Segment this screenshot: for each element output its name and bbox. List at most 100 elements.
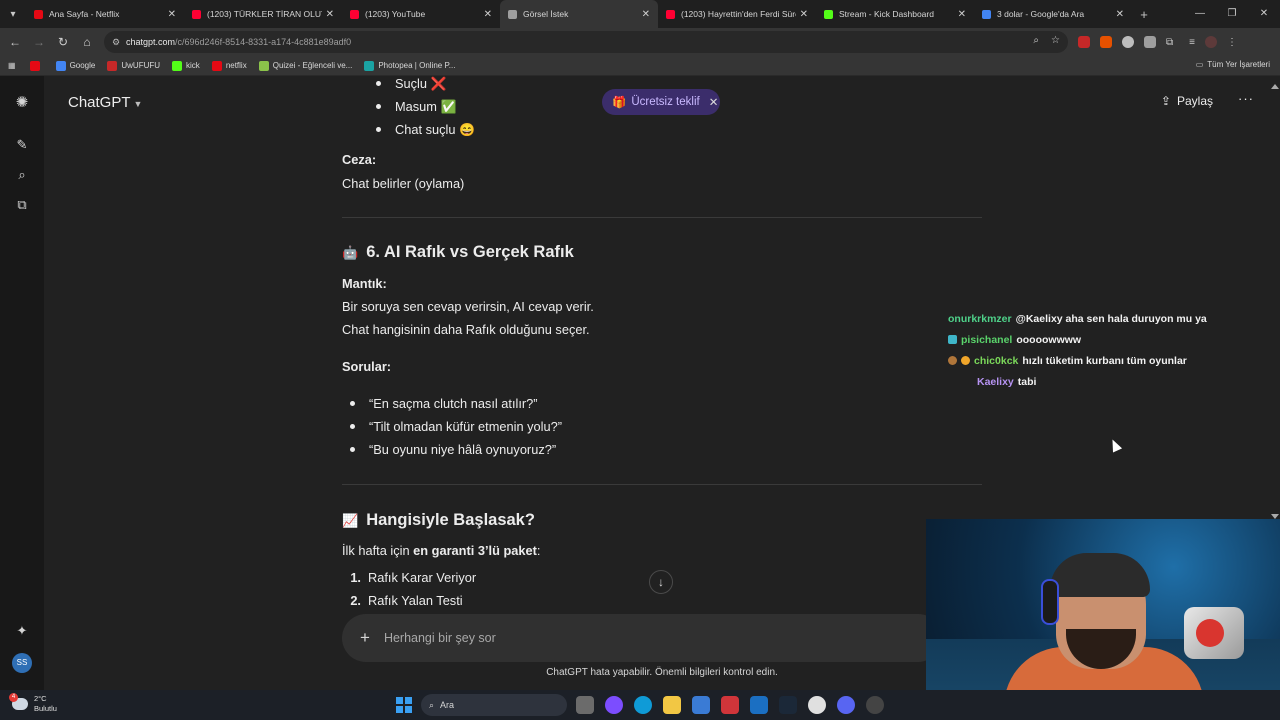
- tab-search-icon[interactable]: ▾: [0, 0, 26, 28]
- steam-icon[interactable]: [779, 696, 797, 714]
- close-tab-icon[interactable]: ✕: [642, 9, 650, 20]
- browser-tab[interactable]: Stream - Kick Dashboard ✕: [816, 0, 974, 28]
- app-icon[interactable]: [721, 696, 739, 714]
- new-tab-button[interactable]: +: [1132, 7, 1156, 22]
- close-tab-icon[interactable]: ✕: [1116, 9, 1124, 20]
- model-selector[interactable]: ChatGPT ▼: [68, 94, 142, 111]
- browser-tab[interactable]: (1203) TÜRKLER TİRAN OLUYOR ✕: [184, 0, 342, 28]
- discord-icon[interactable]: [837, 696, 855, 714]
- mouse-cursor-icon: [1107, 437, 1123, 453]
- list-item: 1. Rafık Karar Veriyor: [342, 566, 476, 589]
- all-bookmarks[interactable]: ▭ Tüm Yer İşaretleri: [1196, 60, 1270, 69]
- site-info-icon[interactable]: ⚙: [112, 37, 126, 48]
- bookmarks-bar: ▦ Google UwUFUFU kick netflix Quizei - Eğlen…: [0, 56, 1280, 76]
- weather-widget[interactable]: 4 2°C Bulutlu: [9, 693, 57, 714]
- close-window-icon[interactable]: ✕: [1248, 0, 1280, 28]
- chat-username: Kaelixy: [977, 375, 1014, 388]
- back-icon[interactable]: ←: [3, 35, 27, 49]
- browser-tab[interactable]: (1203) Hayrettin'den Ferdi Süre ✕: [658, 0, 816, 28]
- apps-grid-icon[interactable]: ▦: [8, 61, 16, 70]
- more-options-icon[interactable]: ···: [1238, 91, 1254, 106]
- prompt-input[interactable]: Herhangi bir şey sor: [384, 631, 496, 645]
- close-tab-icon[interactable]: ✕: [168, 9, 176, 20]
- browser-tab[interactable]: (1203) YouTube ✕: [342, 0, 500, 28]
- browser-tab[interactable]: Ana Sayfa - Netflix ✕: [26, 0, 184, 28]
- bookmark-item[interactable]: UwUFUFU: [107, 60, 161, 71]
- shield-icon[interactable]: [1144, 36, 1156, 48]
- list-item-text: Rafık Karar Veriyor: [368, 570, 477, 585]
- all-bookmarks-label: Tüm Yer İşaretleri: [1207, 60, 1270, 69]
- address-bar-row: ← → ↻ ⌂ ⚙ chatgpt.com/c/696d246f-8514-83…: [0, 28, 1280, 56]
- chrome-icon[interactable]: [808, 696, 826, 714]
- chevron-down-icon: ▼: [133, 99, 143, 109]
- bookmark-item[interactable]: kick: [172, 60, 200, 71]
- url-input[interactable]: ⚙ chatgpt.com/c/696d246f-8514-8331-a174-…: [104, 31, 1068, 53]
- list-item: 2. Rafık Yalan Testi: [342, 589, 462, 612]
- search-icon[interactable]: ⌕: [13, 166, 31, 184]
- browser-menu-icon[interactable]: ⋮: [1227, 37, 1237, 48]
- library-icon[interactable]: ⧉: [13, 196, 31, 214]
- share-button[interactable]: ⇪ Paylaş: [1161, 94, 1213, 108]
- bookmark-item[interactable]: netflix: [211, 60, 247, 71]
- puzzle-icon[interactable]: ⧉: [1166, 37, 1173, 48]
- store-icon[interactable]: [692, 696, 710, 714]
- bookmark-star-icon[interactable]: ☆: [1051, 35, 1060, 46]
- message-composer[interactable]: + Herhangi bir şey sor: [342, 614, 942, 662]
- home-icon[interactable]: ⌂: [75, 35, 99, 49]
- outlook-icon[interactable]: [750, 696, 768, 714]
- start-button[interactable]: [396, 697, 412, 713]
- section-heading: 🤖 6. AI Rafık vs Gerçek Rafık: [342, 241, 574, 264]
- reload-icon[interactable]: ↻: [51, 35, 75, 49]
- restore-icon[interactable]: ❐: [1216, 0, 1248, 28]
- tab-favicon-icon: [192, 9, 201, 19]
- sorular-label: Sorular:: [342, 359, 392, 374]
- close-tab-icon[interactable]: ✕: [958, 9, 966, 20]
- browser-tab[interactable]: Görsel İstek ✕: [500, 0, 658, 28]
- taskbar-search[interactable]: ⌕ Ara: [421, 694, 567, 716]
- avatar[interactable]: SS: [12, 653, 32, 673]
- copilot-icon[interactable]: [605, 696, 623, 714]
- weather-badge: 4: [9, 693, 18, 702]
- zoom-icon[interactable]: ⌕: [1033, 35, 1039, 46]
- extension-icon[interactable]: [1100, 36, 1112, 48]
- edge-icon[interactable]: [634, 696, 652, 714]
- add-attachment-icon[interactable]: +: [360, 628, 370, 648]
- tab-title: 3 dolar - Google'da Ara: [997, 9, 1085, 19]
- badge-icon: [948, 356, 957, 365]
- profile-icon[interactable]: [1204, 36, 1217, 48]
- mantik-line: Bir soruya sen cevap verirsin, AI cevap …: [342, 299, 594, 314]
- list-item: Masum ✅: [376, 95, 456, 118]
- new-chat-icon[interactable]: ✎: [13, 136, 31, 154]
- close-tab-icon[interactable]: ✕: [484, 9, 492, 20]
- bookmark-item[interactable]: [29, 60, 44, 71]
- chart-icon: 📈: [342, 513, 359, 528]
- scroll-up-arrow-icon[interactable]: [1271, 84, 1279, 89]
- minimize-icon[interactable]: —: [1184, 0, 1216, 28]
- chat-text: tabi: [1017, 375, 1037, 388]
- media-icon[interactable]: ≡: [1189, 37, 1195, 48]
- forward-icon[interactable]: →: [27, 35, 51, 49]
- chat-username: pisichanel: [961, 333, 1013, 346]
- browser-tab[interactable]: 3 dolar - Google'da Ara ✕: [974, 0, 1132, 28]
- chat-message: chic0kck hızlı tüketim kurbanı tüm oyunl…: [948, 350, 1268, 371]
- chat-text: hızlı tüketim kurbanı tüm oyunlar: [1022, 354, 1187, 367]
- app-icon[interactable]: [866, 696, 884, 714]
- close-tab-icon[interactable]: ✕: [800, 9, 808, 20]
- extension-icon[interactable]: [1122, 36, 1134, 48]
- file-explorer-icon[interactable]: [663, 696, 681, 714]
- list-item: “Tilt olmadan küfür etmenin yolu?”: [350, 415, 562, 438]
- upgrade-icon[interactable]: ✦: [13, 622, 31, 640]
- bookmark-item[interactable]: Quizei - Eğlenceli ve...: [258, 60, 352, 71]
- extension-icon[interactable]: [1078, 36, 1090, 48]
- openai-logo-icon[interactable]: ✺: [13, 94, 31, 112]
- bookmark-item[interactable]: Photopea | Online P...: [364, 60, 455, 71]
- task-view-icon[interactable]: [576, 696, 594, 714]
- section-title: Hangisiyle Başlasak?: [366, 511, 535, 529]
- bookmark-favicon-icon: [258, 60, 269, 71]
- close-tab-icon[interactable]: ✕: [326, 9, 334, 20]
- share-icon: ⇪: [1160, 94, 1171, 108]
- bookmark-label: UwUFUFU: [121, 61, 161, 70]
- bookmark-item[interactable]: Google: [55, 60, 95, 71]
- scroll-down-button[interactable]: ↓: [649, 570, 673, 594]
- intro-pre: İlk hafta için: [342, 543, 414, 558]
